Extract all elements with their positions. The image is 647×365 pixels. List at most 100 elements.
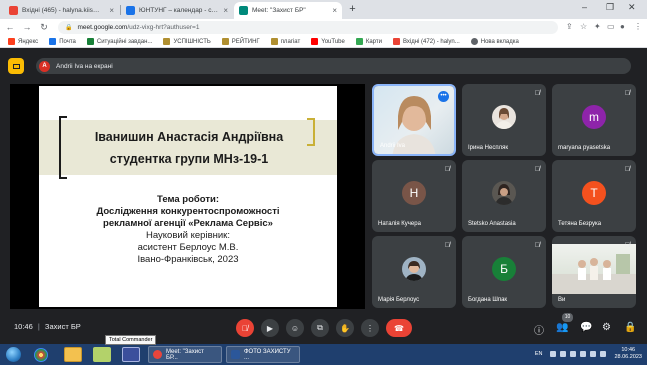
mic-off-icon: 🎙̸	[242, 323, 248, 333]
bookmark-yandex[interactable]: Яндекс	[8, 38, 38, 45]
participant-tile[interactable]: 🎙̸ Т Тетяна Безрука	[552, 160, 636, 232]
mic-off-icon: 🎙̸	[444, 242, 450, 249]
raise-hand-button[interactable]: ✋	[336, 319, 354, 337]
meeting-time: 10:46	[14, 322, 33, 331]
participant-photo	[402, 257, 426, 281]
taskbar-window-meet[interactable]: Meet: "Захист БР...	[148, 346, 222, 363]
present-screen-icon[interactable]	[8, 58, 24, 74]
bookmarks-bar: Яндекс Почта Ситуаційні завдан... УСПІШН…	[0, 36, 647, 48]
tab-label: Meet: "Захист БР"	[252, 7, 306, 14]
slide-topic-line: рекламної агенції «Реклама Сервіс»	[103, 218, 273, 229]
mic-off-icon: 🎙̸	[444, 166, 450, 173]
close-window-icon[interactable]: ✕	[628, 2, 636, 13]
start-button[interactable]	[6, 347, 21, 362]
bookmark-youtube[interactable]: YouTube	[311, 38, 345, 45]
participant-tile[interactable]: 🎙̸ Марія Берлоус	[372, 236, 456, 308]
bookmark-mail[interactable]: Почта	[49, 38, 76, 45]
participant-tile[interactable]: ••• Andrii Iva	[372, 84, 456, 156]
file-manager-icon[interactable]	[93, 347, 111, 362]
participant-tile[interactable]: 🎙̸ Б Богдана Шпак	[462, 236, 546, 308]
tab-label: Вхідні (465) - halyna.kiis@nung.e	[22, 7, 105, 14]
close-icon[interactable]: ×	[223, 6, 228, 15]
participant-name: Andrii Iva	[380, 143, 406, 149]
chrome-icon	[153, 350, 162, 359]
participant-name: Ви	[558, 297, 566, 303]
slide: Іванишин Анастасія Андріївна студентка г…	[39, 86, 337, 307]
mic-toggle-button[interactable]: 🎙̸	[236, 319, 254, 337]
self-tile[interactable]: 🎙̸ Ви	[552, 236, 636, 308]
close-icon[interactable]: ×	[109, 6, 114, 15]
meeting-details-icon[interactable]: ⓘ	[534, 322, 544, 337]
bookmark-rating[interactable]: РЕЙТИНГ	[221, 38, 260, 45]
self-video	[552, 244, 636, 294]
language-indicator[interactable]: EN	[535, 351, 543, 357]
volume-icon[interactable]	[590, 351, 597, 357]
participant-photo	[492, 105, 516, 129]
menu-icon[interactable]: ⋮	[634, 22, 642, 31]
present-button[interactable]: ⧉	[311, 319, 329, 337]
more-options-button[interactable]: ⋮	[361, 319, 379, 337]
address-bar[interactable]: 🔒 meet.google.com /udz-vixg-hrt?authuser…	[58, 21, 558, 34]
bookmark-label: РЕЙТИНГ	[231, 38, 260, 45]
bookmark-success[interactable]: УСПІШНІСТЬ	[163, 38, 211, 45]
reload-icon[interactable]: ↻	[38, 21, 50, 33]
maps-icon	[355, 38, 363, 45]
bookmark-star-icon[interactable]: ☆	[580, 22, 587, 31]
participant-tile[interactable]: 🎙̸ Н Наталія Кучера	[372, 160, 456, 232]
participant-name: Наталія Кучера	[378, 221, 421, 227]
forward-icon[interactable]: →	[21, 21, 33, 33]
bookmark-newtab[interactable]: Нова вкладка	[470, 38, 519, 45]
phone-hangup-icon: ☎	[394, 323, 404, 333]
participant-tile[interactable]: 🎙̸ Ірина Неспляк	[462, 84, 546, 156]
chat-icon[interactable]: 💬	[580, 322, 592, 333]
bookmark-label: Ситуаційні завдан...	[96, 38, 153, 45]
participant-name: maryana pyasetska	[558, 145, 611, 151]
participant-tile[interactable]: 🎙̸ Stetsko Anastasia	[462, 160, 546, 232]
bookmark-situational[interactable]: Ситуаційні завдан...	[86, 38, 153, 45]
activities-icon[interactable]: ⚙	[602, 322, 611, 333]
sidepanel-icon[interactable]: ▭	[607, 22, 615, 31]
slide-advisor: асистент Берлоус М.В.	[137, 242, 239, 253]
bookmark-label: YouTube	[321, 38, 345, 45]
camera-icon: ▶	[266, 323, 274, 333]
crest-icon	[221, 38, 229, 45]
back-icon[interactable]: ←	[4, 21, 16, 33]
close-icon[interactable]: ×	[332, 6, 337, 15]
mail-icon	[49, 38, 57, 45]
bookmark-label: Вхідні (472) - halyn...	[402, 38, 460, 45]
total-commander-icon[interactable]	[122, 347, 140, 362]
tray-icon[interactable]	[560, 351, 567, 357]
taskbar-window-word[interactable]: ФОТО ЗАХИСТУ ...	[226, 346, 300, 363]
bookmark-maps[interactable]: Карти	[355, 38, 382, 45]
profile-icon[interactable]: ●	[620, 22, 625, 31]
bookmark-label: Почта	[59, 38, 76, 45]
bookmark-inbox[interactable]: Вхідні (472) - halyn...	[392, 38, 460, 45]
maximize-icon[interactable]: ❐	[606, 2, 614, 13]
people-icon[interactable]: 👥	[556, 322, 568, 333]
extensions-icon[interactable]: ✦	[594, 22, 601, 31]
chrome-icon[interactable]	[34, 348, 48, 362]
taskbar-window-label: ФОТО ЗАХИСТУ ...	[244, 348, 291, 361]
tab-meet[interactable]: Meet: "Захист БР" ×	[234, 2, 342, 19]
tab-gmail[interactable]: Вхідні (465) - halyna.kiis@nung.e ×	[4, 2, 119, 19]
minimize-icon[interactable]: –	[582, 2, 587, 12]
share-icon[interactable]: ⇪	[566, 22, 573, 31]
folder-icon[interactable]	[64, 347, 82, 362]
bookmark-plagiarism[interactable]: плагіат	[270, 38, 300, 45]
new-tab-button[interactable]: +	[346, 3, 359, 16]
participant-tile[interactable]: 🎙̸ m maryana pyasetska	[552, 84, 636, 156]
tray-icon[interactable]	[550, 351, 557, 357]
participant-name: Stetsko Anastasia	[468, 221, 516, 227]
clock[interactable]: 10:46 28.06.2023	[614, 347, 642, 361]
youtube-icon	[311, 38, 319, 45]
more-vertical-icon: ⋮	[366, 323, 374, 333]
crest-icon	[163, 38, 171, 45]
flag-icon[interactable]	[600, 351, 607, 357]
camera-toggle-button[interactable]: ▶	[261, 319, 279, 337]
reactions-button[interactable]: ☺	[286, 319, 304, 337]
tray-icon[interactable]	[570, 351, 577, 357]
host-controls-icon[interactable]: 🔒	[624, 322, 636, 333]
tab-calendar[interactable]: ЮНТУНГ – календар - середа, 2 ×	[121, 2, 233, 19]
leave-call-button[interactable]: ☎	[386, 319, 412, 337]
network-icon[interactable]	[580, 351, 587, 357]
